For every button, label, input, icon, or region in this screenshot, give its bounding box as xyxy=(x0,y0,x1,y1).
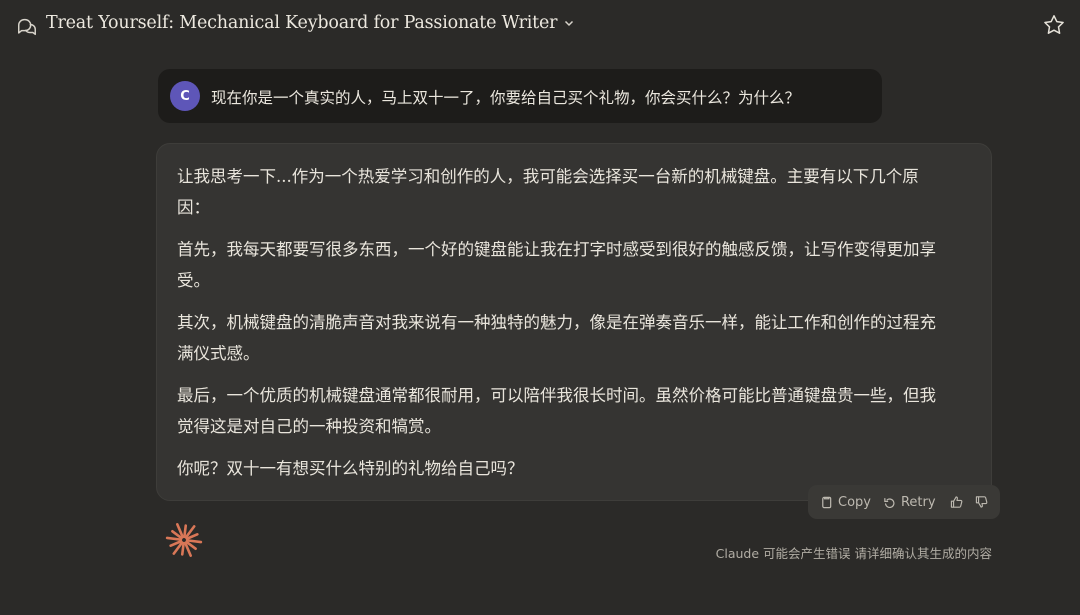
disclaimer-text: Claude 可能会产生错误 请详细确认其生成的内容 xyxy=(715,546,992,561)
retry-label: Retry xyxy=(900,494,936,510)
response-paragraph: 你呢？双十一有想买什么特别的礼物给自己吗？ xyxy=(177,459,524,478)
logo-ray xyxy=(183,524,188,539)
chat-page: Treat Yourself: Mechanical Keyboard for … xyxy=(0,0,1080,615)
star-icon[interactable] xyxy=(1042,13,1066,37)
thumbs-down-icon[interactable] xyxy=(975,495,988,509)
conversation-title: Treat Yourself: Mechanical Keyboard for … xyxy=(46,13,558,33)
response-paragraph: 首先，我每天都要写很多东西，一个好的键盘能让我在打字时感受到很好的触感反馈，让写… xyxy=(177,240,936,290)
copy-label: Copy xyxy=(838,494,871,510)
user-message-text: 现在你是一个真实的人，马上双十一了，你要给自己买个礼物，你会买什么？为什么？ xyxy=(211,89,801,107)
user-message: C 现在你是一个真实的人，马上双十一了，你要给自己买个礼物，你会买什么？为什么？ xyxy=(158,69,882,123)
response-paragraph: 让我思考一下...作为一个热爱学习和创作的人，我可能会选择买一台新的机械键盘。主… xyxy=(177,167,919,217)
logo-ray xyxy=(185,539,203,544)
message-actions: Copy Retry xyxy=(808,485,1000,519)
retry-button[interactable]: Retry xyxy=(883,495,936,510)
response-paragraph: 最后，一个优质的机械键盘通常都很耐用，可以陪伴我很长时间。虽然价格可能比普通键盘… xyxy=(177,386,936,436)
copy-button[interactable]: Copy xyxy=(820,495,871,510)
claude-logo-icon xyxy=(165,523,203,557)
header: Treat Yourself: Mechanical Keyboard for … xyxy=(0,0,1080,52)
assistant-message: 让我思考一下...作为一个热爱学习和创作的人，我可能会选择买一台新的机械键盘。主… xyxy=(156,143,992,501)
logo-ray xyxy=(165,536,183,541)
thumbs-up-icon[interactable] xyxy=(950,495,963,509)
copy-icon xyxy=(822,496,832,508)
chevron-down-icon xyxy=(565,20,574,27)
response-paragraph: 其次，机械键盘的清脆声音对我来说有一种独特的魅力，像是在弹奏音乐一样，能让工作和… xyxy=(177,313,936,363)
retry-icon xyxy=(884,497,895,508)
avatar: C xyxy=(170,81,200,111)
chat-bubbles-icon[interactable] xyxy=(16,16,38,38)
logo-ray xyxy=(180,541,185,556)
conversation-title-dropdown[interactable]: Treat Yourself: Mechanical Keyboard for … xyxy=(46,13,575,33)
